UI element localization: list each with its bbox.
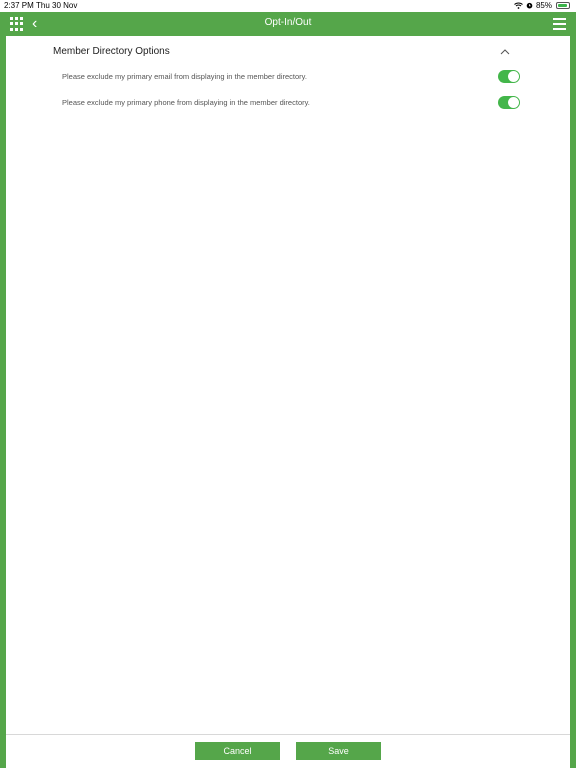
footer-bar: Cancel Save bbox=[6, 734, 570, 768]
toggle-exclude-email[interactable] bbox=[498, 70, 520, 83]
toggle-exclude-phone[interactable] bbox=[498, 96, 520, 109]
section-title: Member Directory Options bbox=[53, 46, 170, 57]
save-button[interactable]: Save bbox=[296, 742, 381, 760]
option-row-phone: Please exclude my primary phone from dis… bbox=[62, 95, 520, 111]
battery-level bbox=[558, 4, 567, 7]
alarm-icon bbox=[526, 2, 533, 9]
hamburger-menu-icon[interactable] bbox=[553, 18, 566, 30]
wifi-icon bbox=[514, 2, 523, 9]
status-time: 2:37 PM bbox=[4, 1, 34, 10]
option-label-email: Please exclude my primary email from dis… bbox=[62, 72, 307, 81]
battery-percent: 85% bbox=[535, 1, 552, 10]
status-indicators: 85% bbox=[514, 1, 570, 10]
status-date: Thu 30 Nov bbox=[36, 1, 78, 10]
toggle-knob bbox=[508, 71, 519, 82]
main-content: Member Directory Options Please exclude … bbox=[6, 36, 570, 734]
option-row-email: Please exclude my primary email from dis… bbox=[62, 69, 520, 85]
page-title: Opt-In/Out bbox=[264, 17, 312, 28]
option-label-phone: Please exclude my primary phone from dis… bbox=[62, 98, 310, 107]
chevron-up-icon[interactable] bbox=[500, 48, 510, 56]
toggle-knob bbox=[508, 97, 519, 108]
frame-right-border bbox=[570, 12, 576, 768]
battery-icon bbox=[556, 2, 570, 9]
cancel-button[interactable]: Cancel bbox=[195, 742, 280, 760]
nav-bar: ‹ Opt-In/Out bbox=[0, 12, 576, 36]
status-bar: 2:37 PM Thu 30 Nov 85% bbox=[0, 0, 576, 12]
